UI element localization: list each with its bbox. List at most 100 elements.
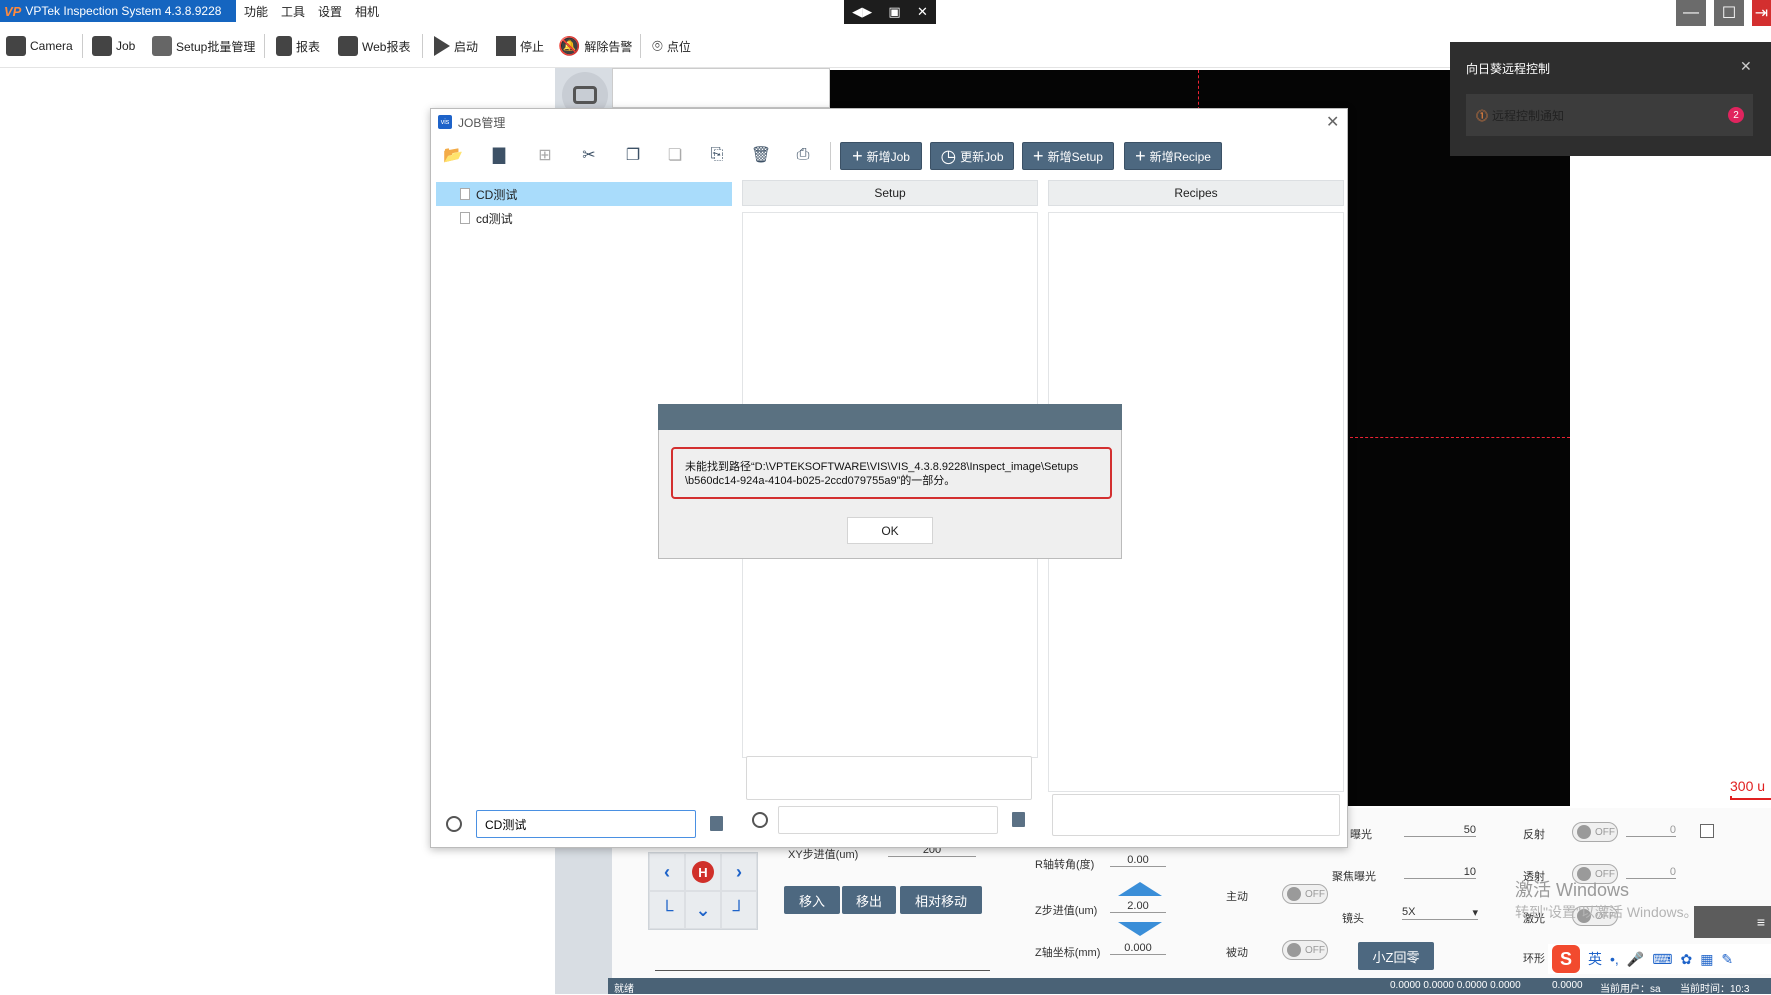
toolbar-setup-batch-button[interactable]: Setup批量管理 (152, 32, 255, 60)
search-icon[interactable] (446, 816, 462, 832)
paste-icon[interactable]: ❏ (664, 144, 686, 166)
toolbar-web-report-label: Web报表 (362, 39, 411, 54)
new-recipe-button[interactable]: + 新增Recipe (1124, 142, 1222, 170)
menu-settings[interactable]: 设置 (318, 0, 342, 22)
toolbar-job-button[interactable]: Job (92, 32, 135, 60)
z-down-arrow-icon[interactable] (1118, 922, 1162, 936)
remote-arrows-icon[interactable]: ◀▶ (852, 4, 872, 20)
menu-camera[interactable]: 相机 (355, 0, 379, 22)
toolbar-divider (830, 142, 831, 170)
keyboard-icon[interactable]: ⌨ (1652, 951, 1672, 968)
toolbar-start-button[interactable]: 启动 (434, 32, 478, 60)
tree-item[interactable]: CD测试 (436, 182, 732, 206)
toolbar-divider (264, 34, 265, 58)
toolbar-point-label: 点位 (666, 39, 691, 54)
relative-move-button[interactable]: 相对移动 (900, 886, 982, 914)
trash-icon[interactable] (710, 816, 723, 831)
folder-icon[interactable]: ▇ (488, 144, 510, 166)
update-job-button[interactable]: ◷ 更新Job (930, 142, 1014, 170)
ok-button[interactable]: OK (847, 517, 933, 544)
job-dialog-close-icon[interactable]: ✕ (1326, 112, 1339, 132)
open-folder-icon[interactable]: 📂 (442, 144, 464, 166)
new-setup-button[interactable]: + 新增Setup (1022, 142, 1114, 170)
setup-description-field[interactable] (746, 756, 1032, 800)
ime-toolbar: S 英 •, 🎤 ⌨ ✿ ▦ ✎ (1548, 944, 1771, 974)
recipe-description-field[interactable] (1052, 794, 1340, 836)
toolbar-clear-alarm-button[interactable]: 🔕 解除告警 (558, 32, 632, 60)
job-dialog-titlebar: vis JOB管理 (438, 112, 505, 132)
punctuation-icon[interactable]: •, (1610, 951, 1619, 967)
transmit-value[interactable]: 0 (1626, 866, 1676, 879)
warning-icon: ⓵ (1476, 108, 1489, 123)
current-time: 当前时间：10:3 (1680, 984, 1750, 995)
recipes-column-header: Recipes (1048, 180, 1344, 206)
reflect-toggle[interactable]: OFF (1572, 822, 1618, 842)
tree-structure-icon[interactable]: ⊞ (534, 144, 556, 166)
passive-toggle[interactable]: OFF (1282, 940, 1328, 960)
move-out-button[interactable]: 移出 (842, 886, 896, 914)
setup-search-input[interactable] (778, 806, 998, 834)
toolbar-report-button[interactable]: 报表 (276, 32, 320, 60)
toggle-off-label: OFF (1595, 826, 1615, 838)
lens-select[interactable]: 5X ▾ (1402, 906, 1478, 920)
tree-item[interactable]: cd测试 (436, 206, 732, 230)
small-z-home-button[interactable]: 小Z回零 (1358, 942, 1434, 970)
active-toggle[interactable]: OFF (1282, 884, 1328, 904)
lens-value: 5X (1402, 906, 1416, 918)
notification-count-badge: 2 (1728, 107, 1744, 123)
move-left-icon[interactable]: ‹ (649, 853, 685, 891)
corner-bottom-right-icon[interactable]: ┘ (721, 891, 757, 929)
menu-function[interactable]: 功能 (244, 0, 268, 22)
toolbar-web-report-button[interactable]: Web报表 (338, 32, 410, 60)
toolbar-clear-alarm-label: 解除告警 (584, 39, 633, 54)
remote-close-icon[interactable]: ✕ (1740, 58, 1752, 75)
exposure-field[interactable]: 50 (1404, 824, 1476, 837)
exit-button[interactable]: ⇥ (1752, 0, 1771, 26)
corner-bottom-left-icon[interactable]: └ (649, 891, 685, 929)
ime-language[interactable]: 英 (1588, 949, 1602, 969)
search-icon[interactable] (752, 812, 768, 828)
tools-icon[interactable]: ✎ (1721, 951, 1733, 968)
microphone-icon[interactable]: 🎤 (1627, 951, 1644, 968)
focus-exposure-field[interactable]: 10 (1404, 866, 1476, 879)
checklist-icon (152, 36, 172, 56)
remote-screen-icon[interactable]: ▣ (888, 4, 900, 20)
remote-close-icon[interactable]: ✕ (917, 4, 928, 20)
export-icon[interactable]: ⎙ (792, 144, 814, 166)
skin-icon[interactable]: ✿ (1680, 951, 1692, 968)
bell-off-icon: 🔕 (558, 35, 581, 56)
menu-icon[interactable]: ≡ (1694, 906, 1771, 938)
move-in-button[interactable]: 移入 (784, 886, 840, 914)
z-up-arrow-icon[interactable] (1118, 882, 1162, 896)
maximize-button[interactable]: ☐ (1714, 0, 1744, 26)
toolbar-divider (640, 34, 641, 58)
toolbar-point-button[interactable]: ⌾ 点位 (652, 32, 691, 60)
toolbar-camera-button[interactable]: Camera (6, 32, 73, 60)
new-setup-label: 新增Setup (1047, 149, 1103, 164)
clock-icon: ◷ (940, 145, 957, 166)
reflect-checkbox[interactable] (1700, 824, 1714, 838)
delete-icon[interactable]: 🗑 (750, 144, 772, 166)
divider (655, 970, 990, 971)
copy-icon[interactable]: ❐ (622, 144, 644, 166)
minimize-button[interactable]: — (1676, 0, 1706, 26)
home-button[interactable]: H (685, 853, 721, 891)
menu-tools[interactable]: 工具 (281, 0, 305, 22)
r-axis-field[interactable]: 0.00 (1110, 854, 1166, 867)
move-right-icon[interactable]: › (721, 853, 757, 891)
r-axis-label: R轴转角(度) (1035, 859, 1095, 871)
trash-icon[interactable] (1012, 812, 1025, 827)
reflect-value[interactable]: 0 (1626, 824, 1676, 837)
move-down-icon[interactable]: ⌄ (685, 891, 721, 929)
grid-icon[interactable]: ▦ (1700, 951, 1713, 968)
toolbar-stop-button[interactable]: 停止 (496, 32, 544, 60)
job-search-input[interactable] (476, 810, 696, 838)
rename-icon[interactable]: ⎘ (706, 144, 728, 166)
new-job-button[interactable]: + 新增Job (840, 142, 922, 170)
remote-notification-item[interactable]: ⓵ 远程控制通知 2 (1466, 94, 1753, 136)
z-step-field[interactable]: 2.00 (1110, 900, 1166, 913)
crosshair-vertical (1198, 70, 1199, 110)
sogou-logo[interactable]: S (1552, 945, 1580, 973)
cut-icon[interactable]: ✂ (578, 144, 600, 166)
plus-icon: + (852, 145, 863, 166)
